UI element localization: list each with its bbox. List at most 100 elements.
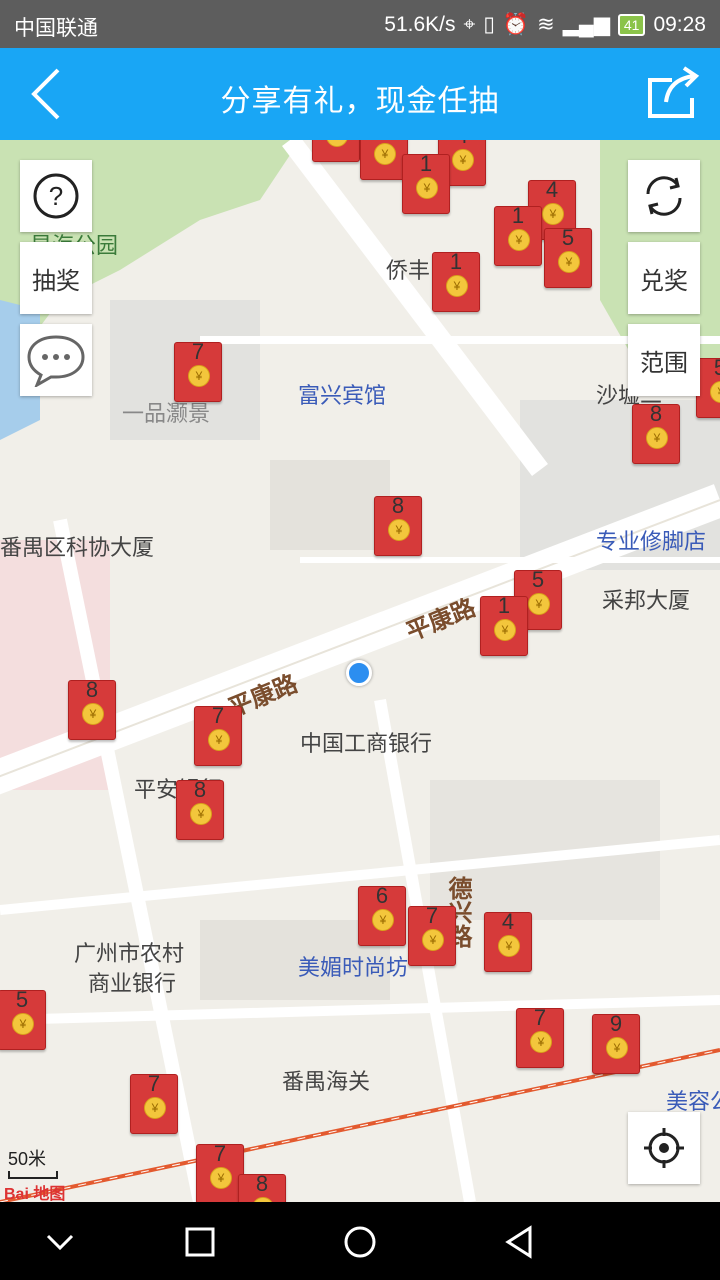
yuan-coin-icon: ¥: [210, 1167, 232, 1189]
red-envelope[interactable]: 5¥: [0, 987, 46, 1050]
red-envelope[interactable]: 7 ¥: [130, 1071, 178, 1134]
red-envelope[interactable]: 1¥: [360, 140, 408, 180]
carrier-label: 中国联通: [14, 17, 98, 40]
yuan-coin-icon: ¥: [372, 909, 394, 931]
status-right: 51.6K/s ⌖ ▯ ⏰ ≋ ▂▄▆ 41 09:28: [384, 12, 706, 37]
signal-icon: ▂▄▆: [562, 13, 610, 36]
envelope-count: 1: [449, 249, 463, 274]
map-attribution: Bai 地图: [4, 1186, 66, 1202]
chat-bubble-icon: [27, 335, 85, 387]
red-envelope[interactable]: 1¥: [480, 593, 528, 656]
recent-apps-icon[interactable]: [182, 1224, 218, 1260]
yuan-coin-icon: ¥: [498, 935, 520, 957]
envelope-count: 5: [531, 567, 545, 592]
poi-label[interactable]: 专业修脚店: [596, 524, 706, 556]
navigation-bar: [0, 1202, 720, 1280]
envelope-count: 5: [561, 225, 575, 250]
red-envelope[interactable]: 8¥: [68, 677, 116, 740]
hide-keyboard-icon[interactable]: [42, 1224, 78, 1260]
envelope-count: 4: [439, 140, 485, 149]
envelope-count: 1: [497, 593, 511, 618]
red-envelope[interactable]: 1¥: [432, 249, 480, 312]
red-envelope[interactable]: 1¥: [312, 140, 360, 162]
envelope-count: 8: [391, 493, 405, 518]
red-envelope[interactable]: 7 ¥: [516, 1005, 564, 1068]
back-nav-icon[interactable]: [502, 1224, 538, 1260]
red-envelope[interactable]: 8¥: [632, 401, 680, 464]
yuan-coin-icon: ¥: [416, 177, 438, 199]
envelope-count: 7: [213, 1141, 227, 1166]
envelope-count: 5: [15, 987, 29, 1012]
redeem-button[interactable]: 兑奖: [628, 242, 700, 314]
yuan-coin-icon: ¥: [12, 1013, 34, 1035]
map-view[interactable]: 星海公园 侨丰 富兴宾馆 一品灏景 番禺区科协大厦 专业修脚店 采邦大厦 中国工…: [0, 140, 720, 1202]
yuan-coin-icon: ¥: [446, 275, 468, 297]
locate-target-icon: [644, 1128, 684, 1168]
help-mark: ?: [49, 181, 63, 211]
share-button[interactable]: [642, 64, 702, 124]
envelope-count: 8: [649, 401, 663, 426]
envelope-count: 4: [545, 177, 559, 202]
poi-label[interactable]: 中国工商银行: [300, 726, 432, 758]
range-button[interactable]: 范围: [628, 324, 700, 396]
red-envelope[interactable]: 5¥: [544, 225, 592, 288]
draw-label: 抽奖: [32, 267, 80, 295]
time-label: 09:28: [653, 12, 706, 36]
vibrate-icon: ▯: [483, 13, 495, 36]
yuan-coin-icon: ¥: [606, 1037, 628, 1059]
envelope-count: 8: [193, 777, 207, 802]
envelope-count: 7: [191, 339, 205, 364]
envelope-count: 5: [697, 355, 720, 381]
red-envelope[interactable]: 1¥: [402, 151, 450, 214]
envelope-count: 9: [609, 1011, 623, 1036]
yuan-coin-icon: ¥: [452, 149, 474, 171]
envelope-count: 7: [147, 1071, 161, 1096]
red-envelope[interactable]: 1¥: [494, 203, 542, 266]
refresh-button[interactable]: [628, 160, 700, 232]
envelope-count: 1: [419, 151, 433, 176]
yuan-coin-icon: ¥: [508, 229, 530, 251]
red-envelope[interactable]: 8¥: [176, 777, 224, 840]
poi-label[interactable]: 番禺区科协大厦: [0, 530, 154, 562]
title-bar: 分享有礼，现金任抽: [0, 48, 720, 140]
yuan-coin-icon: ¥: [528, 593, 550, 615]
yuan-coin-icon: ¥: [188, 365, 210, 387]
yuan-coin-icon: ¥: [326, 140, 348, 147]
yuan-coin-icon: ¥: [422, 929, 444, 951]
alarm-icon: ⏰: [502, 12, 530, 36]
poi-label[interactable]: 采邦大厦: [602, 583, 690, 615]
refresh-icon: [646, 176, 682, 216]
home-icon[interactable]: [342, 1224, 378, 1260]
draw-button[interactable]: 抽奖: [20, 242, 92, 314]
red-envelope[interactable]: 6 ¥: [358, 883, 406, 946]
red-envelope[interactable]: 7 ¥: [196, 1141, 244, 1202]
yuan-coin-icon: ¥: [710, 381, 720, 403]
wifi-icon: ≋: [537, 13, 555, 36]
poi-label[interactable]: 富兴宾馆: [298, 378, 386, 410]
page-title: 分享有礼，现金任抽: [220, 85, 500, 118]
red-envelope[interactable]: 9 ¥: [592, 1011, 640, 1074]
poi-label[interactable]: 广州市农村: [74, 936, 184, 968]
red-envelope[interactable]: 7 ¥: [408, 903, 456, 966]
poi-label[interactable]: 美媚时尚坊: [298, 950, 408, 982]
redeem-label: 兑奖: [640, 267, 688, 295]
envelope-count: 7: [425, 903, 439, 928]
yuan-coin-icon: ¥: [208, 729, 230, 751]
red-envelope[interactable]: 4¥: [484, 909, 532, 972]
poi-label[interactable]: 商业银行: [88, 966, 176, 998]
chat-button[interactable]: [20, 324, 92, 396]
scale-bar: [8, 1171, 58, 1179]
scale-label: 50米: [8, 1149, 47, 1169]
red-envelope[interactable]: 7 ¥: [194, 703, 242, 766]
yuan-coin-icon: ¥: [494, 619, 516, 641]
red-envelope[interactable]: 7 ¥: [174, 339, 222, 402]
red-envelope[interactable]: 8¥: [238, 1171, 286, 1202]
yuan-coin-icon: ¥: [542, 203, 564, 225]
poi-label[interactable]: 番禺海关: [282, 1064, 370, 1096]
locate-button[interactable]: [628, 1112, 700, 1184]
poi-label[interactable]: 侨丰: [386, 253, 430, 285]
envelope-count: 1: [511, 203, 525, 228]
yuan-coin-icon: ¥: [144, 1097, 166, 1119]
red-envelope[interactable]: 8¥: [374, 493, 422, 556]
help-button[interactable]: ?: [20, 160, 92, 232]
